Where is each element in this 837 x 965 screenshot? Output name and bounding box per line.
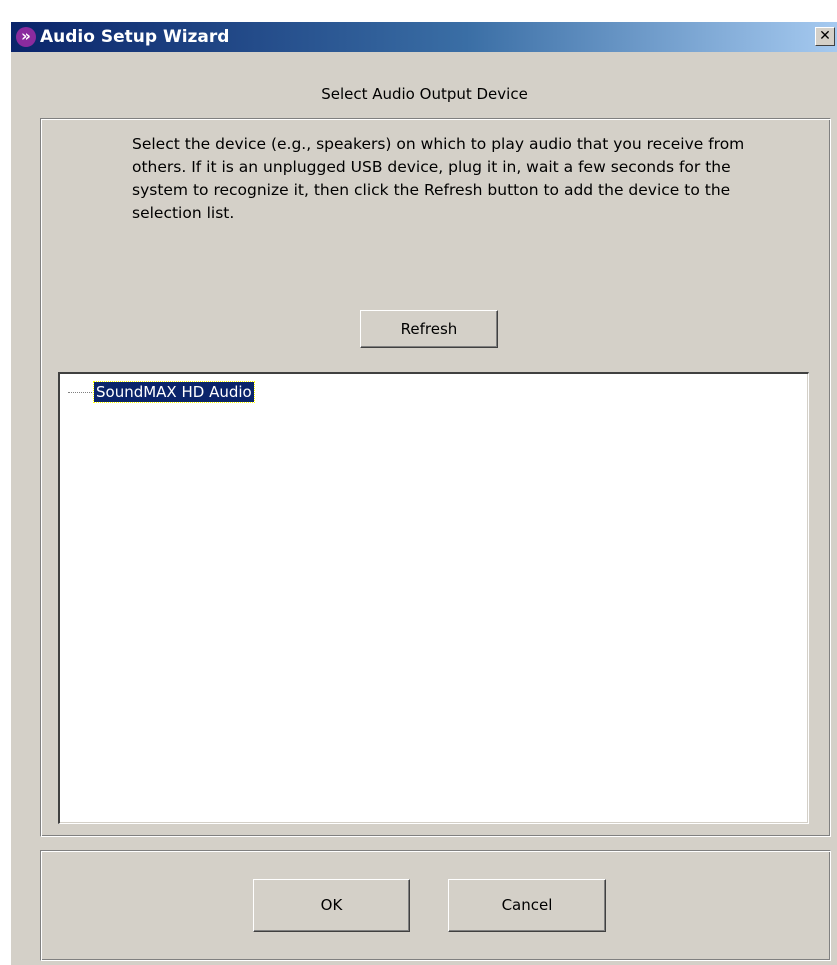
window-title: Audio Setup Wizard xyxy=(40,27,230,47)
refresh-button[interactable]: Refresh xyxy=(360,310,498,348)
instructions-text: Select the device (e.g., speakers) on wh… xyxy=(132,135,745,222)
ok-button[interactable]: OK xyxy=(253,879,410,932)
audio-setup-wizard-window: » Audio Setup Wizard ✕ Select Audio Outp… xyxy=(10,22,837,965)
wizard-app-icon: » xyxy=(16,27,36,47)
close-icon: ✕ xyxy=(819,28,831,44)
close-button[interactable]: ✕ xyxy=(815,27,835,46)
title-bar[interactable]: » Audio Setup Wizard ✕ xyxy=(11,22,837,52)
device-tree-item[interactable]: SoundMAX HD Audio xyxy=(93,381,255,403)
cancel-button[interactable]: Cancel xyxy=(448,879,606,932)
device-tree[interactable]: SoundMAX HD Audio xyxy=(58,372,809,824)
tree-connector-line xyxy=(68,392,92,393)
page-heading: Select Audio Output Device xyxy=(321,85,528,103)
footer-button-group xyxy=(40,850,831,961)
